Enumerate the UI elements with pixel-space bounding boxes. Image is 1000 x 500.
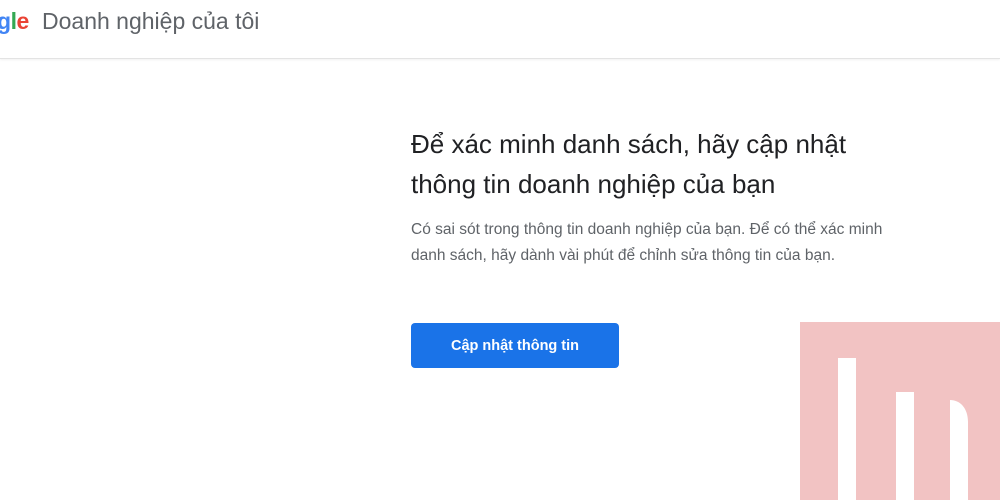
product-name: Doanh nghiệp của tôi: [42, 8, 260, 34]
page-description: Có sai sót trong thông tin doanh nghiệp …: [411, 221, 883, 264]
page-title: Để xác minh danh sách, hãy cập nhật thôn…: [411, 129, 847, 199]
app-header: gle Doanh nghiệp của tôi: [0, 0, 1000, 59]
google-logo[interactable]: gle: [0, 6, 29, 36]
update-info-button[interactable]: Cập nhật thông tin: [411, 323, 619, 368]
main-content: Để xác minh danh sách, hãy cập nhật thôn…: [411, 124, 931, 269]
logo-letter-e: e: [16, 8, 29, 34]
brand-watermark-icon: [800, 322, 1000, 500]
logo-letter-g: g: [0, 8, 11, 34]
